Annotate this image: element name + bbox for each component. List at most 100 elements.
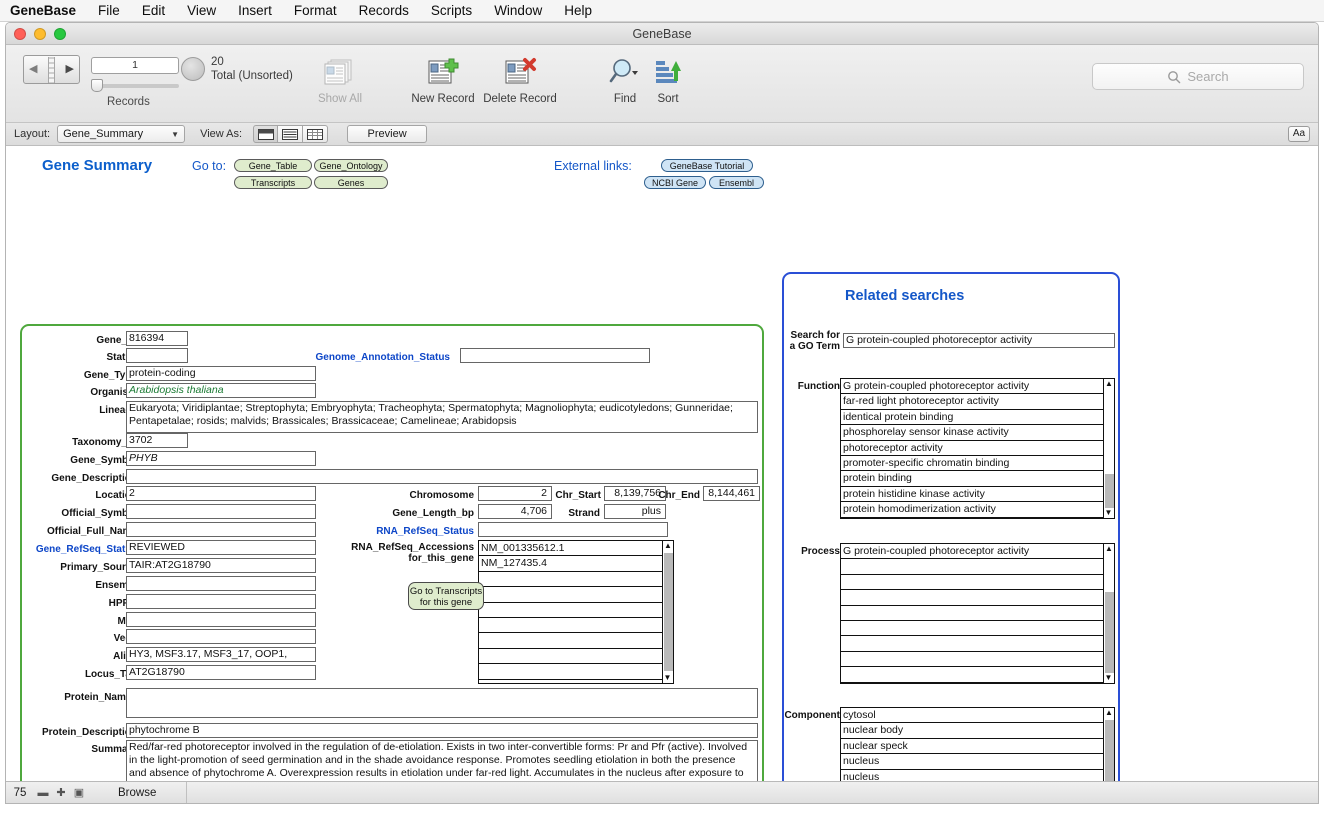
process-list-scrollbar[interactable]: ▲ ▼ xyxy=(1103,544,1114,683)
scroll-down-icon[interactable]: ▼ xyxy=(1104,673,1113,683)
process-go-term-row[interactable] xyxy=(841,559,1114,575)
text-size-button[interactable]: Aa xyxy=(1288,126,1310,142)
function-go-term-row[interactable]: protein binding xyxy=(841,471,1114,487)
field-strand[interactable]: plus xyxy=(604,504,666,519)
function-list-scrollbar[interactable]: ▲ ▼ xyxy=(1103,379,1114,518)
go-to-transcripts-button[interactable]: Go to Transcripts for this gene xyxy=(408,582,484,610)
rna-refseq-accession-row[interactable] xyxy=(479,618,673,634)
goto-genes-button[interactable]: Genes xyxy=(314,176,388,189)
next-record-icon[interactable]: ▶ xyxy=(61,64,79,75)
process-go-term-row[interactable] xyxy=(841,590,1114,606)
field-chromosome[interactable]: 2 xyxy=(478,486,552,501)
rna-list-scroll-thumb[interactable] xyxy=(664,553,673,671)
field-primary-source[interactable]: TAIR:AT2G18790 xyxy=(126,558,316,573)
function-go-term-row[interactable]: protein homodimerization activity xyxy=(841,502,1114,518)
record-slider[interactable] xyxy=(91,78,179,92)
field-rna-refseq-status[interactable] xyxy=(478,522,668,537)
scroll-down-icon[interactable]: ▼ xyxy=(663,673,672,683)
rna-refseq-accession-row[interactable] xyxy=(479,572,673,588)
view-as-table-button[interactable] xyxy=(303,125,329,143)
field-protein-names[interactable] xyxy=(126,688,758,718)
field-official-full-name[interactable] xyxy=(126,522,316,537)
process-go-term-row[interactable] xyxy=(841,606,1114,621)
function-go-term-row[interactable]: G protein-coupled photoreceptor activity xyxy=(841,379,1114,395)
show-all-button[interactable]: Show All xyxy=(296,52,384,105)
field-hprd[interactable] xyxy=(126,594,316,609)
rna-refseq-accession-row[interactable]: NM_001335612.1 xyxy=(479,541,673,557)
menu-item-view[interactable]: View xyxy=(187,3,216,18)
field-gene-description[interactable] xyxy=(126,469,758,484)
component-go-term-row[interactable]: cytosol xyxy=(841,708,1114,724)
new-record-button[interactable]: New Record xyxy=(399,52,487,105)
field-alias[interactable]: HY3, MSF3.17, MSF3_17, OOP1, xyxy=(126,647,316,662)
view-as-list-button[interactable] xyxy=(278,125,304,143)
record-book-control[interactable]: ◀ ▶ xyxy=(23,55,80,84)
scroll-up-icon[interactable]: ▲ xyxy=(1104,708,1114,718)
process-go-term-row[interactable] xyxy=(841,652,1114,668)
rna-list-scrollbar[interactable]: ▲ ▼ xyxy=(662,541,673,683)
menu-item-scripts[interactable]: Scripts xyxy=(431,3,472,18)
field-organism[interactable]: Arabidopsis thaliana xyxy=(126,383,316,398)
field-vega[interactable] xyxy=(126,629,316,644)
function-list-scroll-thumb[interactable] xyxy=(1105,474,1114,508)
process-list-scroll-thumb[interactable] xyxy=(1105,592,1114,673)
scroll-up-icon[interactable]: ▲ xyxy=(1104,544,1114,554)
function-go-term-row[interactable]: photoreceptor activity xyxy=(841,441,1114,456)
field-mim[interactable] xyxy=(126,612,316,627)
process-go-term-row[interactable] xyxy=(841,621,1114,637)
field-taxonomy-id[interactable]: 3702 xyxy=(126,433,188,448)
rna-refseq-accessions-list[interactable]: NM_001335612.1 NM_127435.4 ▲ ▼ xyxy=(478,540,674,684)
field-gene-refseq-status[interactable]: REVIEWED xyxy=(126,540,316,555)
process-go-term-row[interactable] xyxy=(841,575,1114,591)
search-input[interactable]: Search xyxy=(1092,63,1304,90)
current-record-number[interactable]: 1 xyxy=(91,57,179,74)
menu-item-window[interactable]: Window xyxy=(494,3,542,18)
zoom-in-icon[interactable]: ✚ xyxy=(52,786,70,799)
function-go-term-row[interactable]: protein histidine kinase activity xyxy=(841,487,1114,503)
scroll-down-icon[interactable]: ▼ xyxy=(1104,508,1113,518)
component-go-term-row[interactable]: nuclear speck xyxy=(841,739,1114,755)
function-go-term-row[interactable]: identical protein binding xyxy=(841,410,1114,426)
rna-refseq-accession-row[interactable] xyxy=(479,587,673,603)
external-genebase-tutorial-button[interactable]: GeneBase Tutorial xyxy=(661,159,753,172)
goto-gene-table-button[interactable]: Gene_Table xyxy=(234,159,312,172)
process-go-term-row[interactable] xyxy=(841,636,1114,652)
rna-refseq-accession-row[interactable] xyxy=(479,633,673,649)
field-locus-tag[interactable]: AT2G18790 xyxy=(126,665,316,680)
field-gene-type[interactable]: protein-coding xyxy=(126,366,316,381)
process-go-term-row[interactable]: G protein-coupled photoreceptor activity xyxy=(841,544,1114,560)
field-lineage[interactable]: Eukaryota; Viridiplantae; Streptophyta; … xyxy=(126,401,758,433)
external-ncbi-gene-button[interactable]: NCBI Gene xyxy=(644,176,706,189)
toggle-window-icon[interactable]: ▣ xyxy=(70,786,88,799)
zoom-out-icon[interactable]: ▬ xyxy=(34,787,52,799)
field-official-symbol[interactable] xyxy=(126,504,316,519)
menu-item-help[interactable]: Help xyxy=(564,3,592,18)
view-as-form-button[interactable] xyxy=(253,125,279,143)
menu-item-app[interactable]: GeneBase xyxy=(10,3,76,18)
field-gene-length-bp[interactable]: 4,706 xyxy=(478,504,552,519)
field-ensembl[interactable] xyxy=(126,576,316,591)
field-protein-description[interactable]: phytochrome B xyxy=(126,723,758,738)
function-go-term-row[interactable]: promoter-specific chromatin binding xyxy=(841,456,1114,472)
record-slider-thumb[interactable] xyxy=(91,79,103,92)
previous-record-icon[interactable]: ◀ xyxy=(24,64,42,75)
rna-refseq-accession-row[interactable] xyxy=(479,603,673,618)
menu-item-edit[interactable]: Edit xyxy=(142,3,165,18)
field-gene-id[interactable]: 816394 xyxy=(126,331,188,346)
rna-refseq-accession-row[interactable] xyxy=(479,664,673,680)
menu-item-file[interactable]: File xyxy=(98,3,120,18)
component-go-term-row[interactable]: nucleus xyxy=(841,754,1114,770)
view-as-segmented-control[interactable] xyxy=(253,125,329,143)
pie-chart-found-set-icon[interactable] xyxy=(181,57,205,81)
delete-record-button[interactable]: Delete Record xyxy=(476,52,564,105)
process-go-term-row[interactable] xyxy=(841,667,1114,683)
menu-item-format[interactable]: Format xyxy=(294,3,337,18)
function-go-term-row[interactable]: phosphorelay sensor kinase activity xyxy=(841,425,1114,441)
field-status[interactable] xyxy=(126,348,188,363)
preview-button[interactable]: Preview xyxy=(347,125,428,143)
process-go-list[interactable]: G protein-coupled photoreceptor activity… xyxy=(840,543,1115,684)
rna-refseq-accession-row[interactable] xyxy=(479,649,673,665)
field-location[interactable]: 2 xyxy=(126,486,316,501)
field-chr-end[interactable]: 8,144,461 xyxy=(703,486,760,501)
sort-button[interactable]: Sort xyxy=(624,52,712,105)
